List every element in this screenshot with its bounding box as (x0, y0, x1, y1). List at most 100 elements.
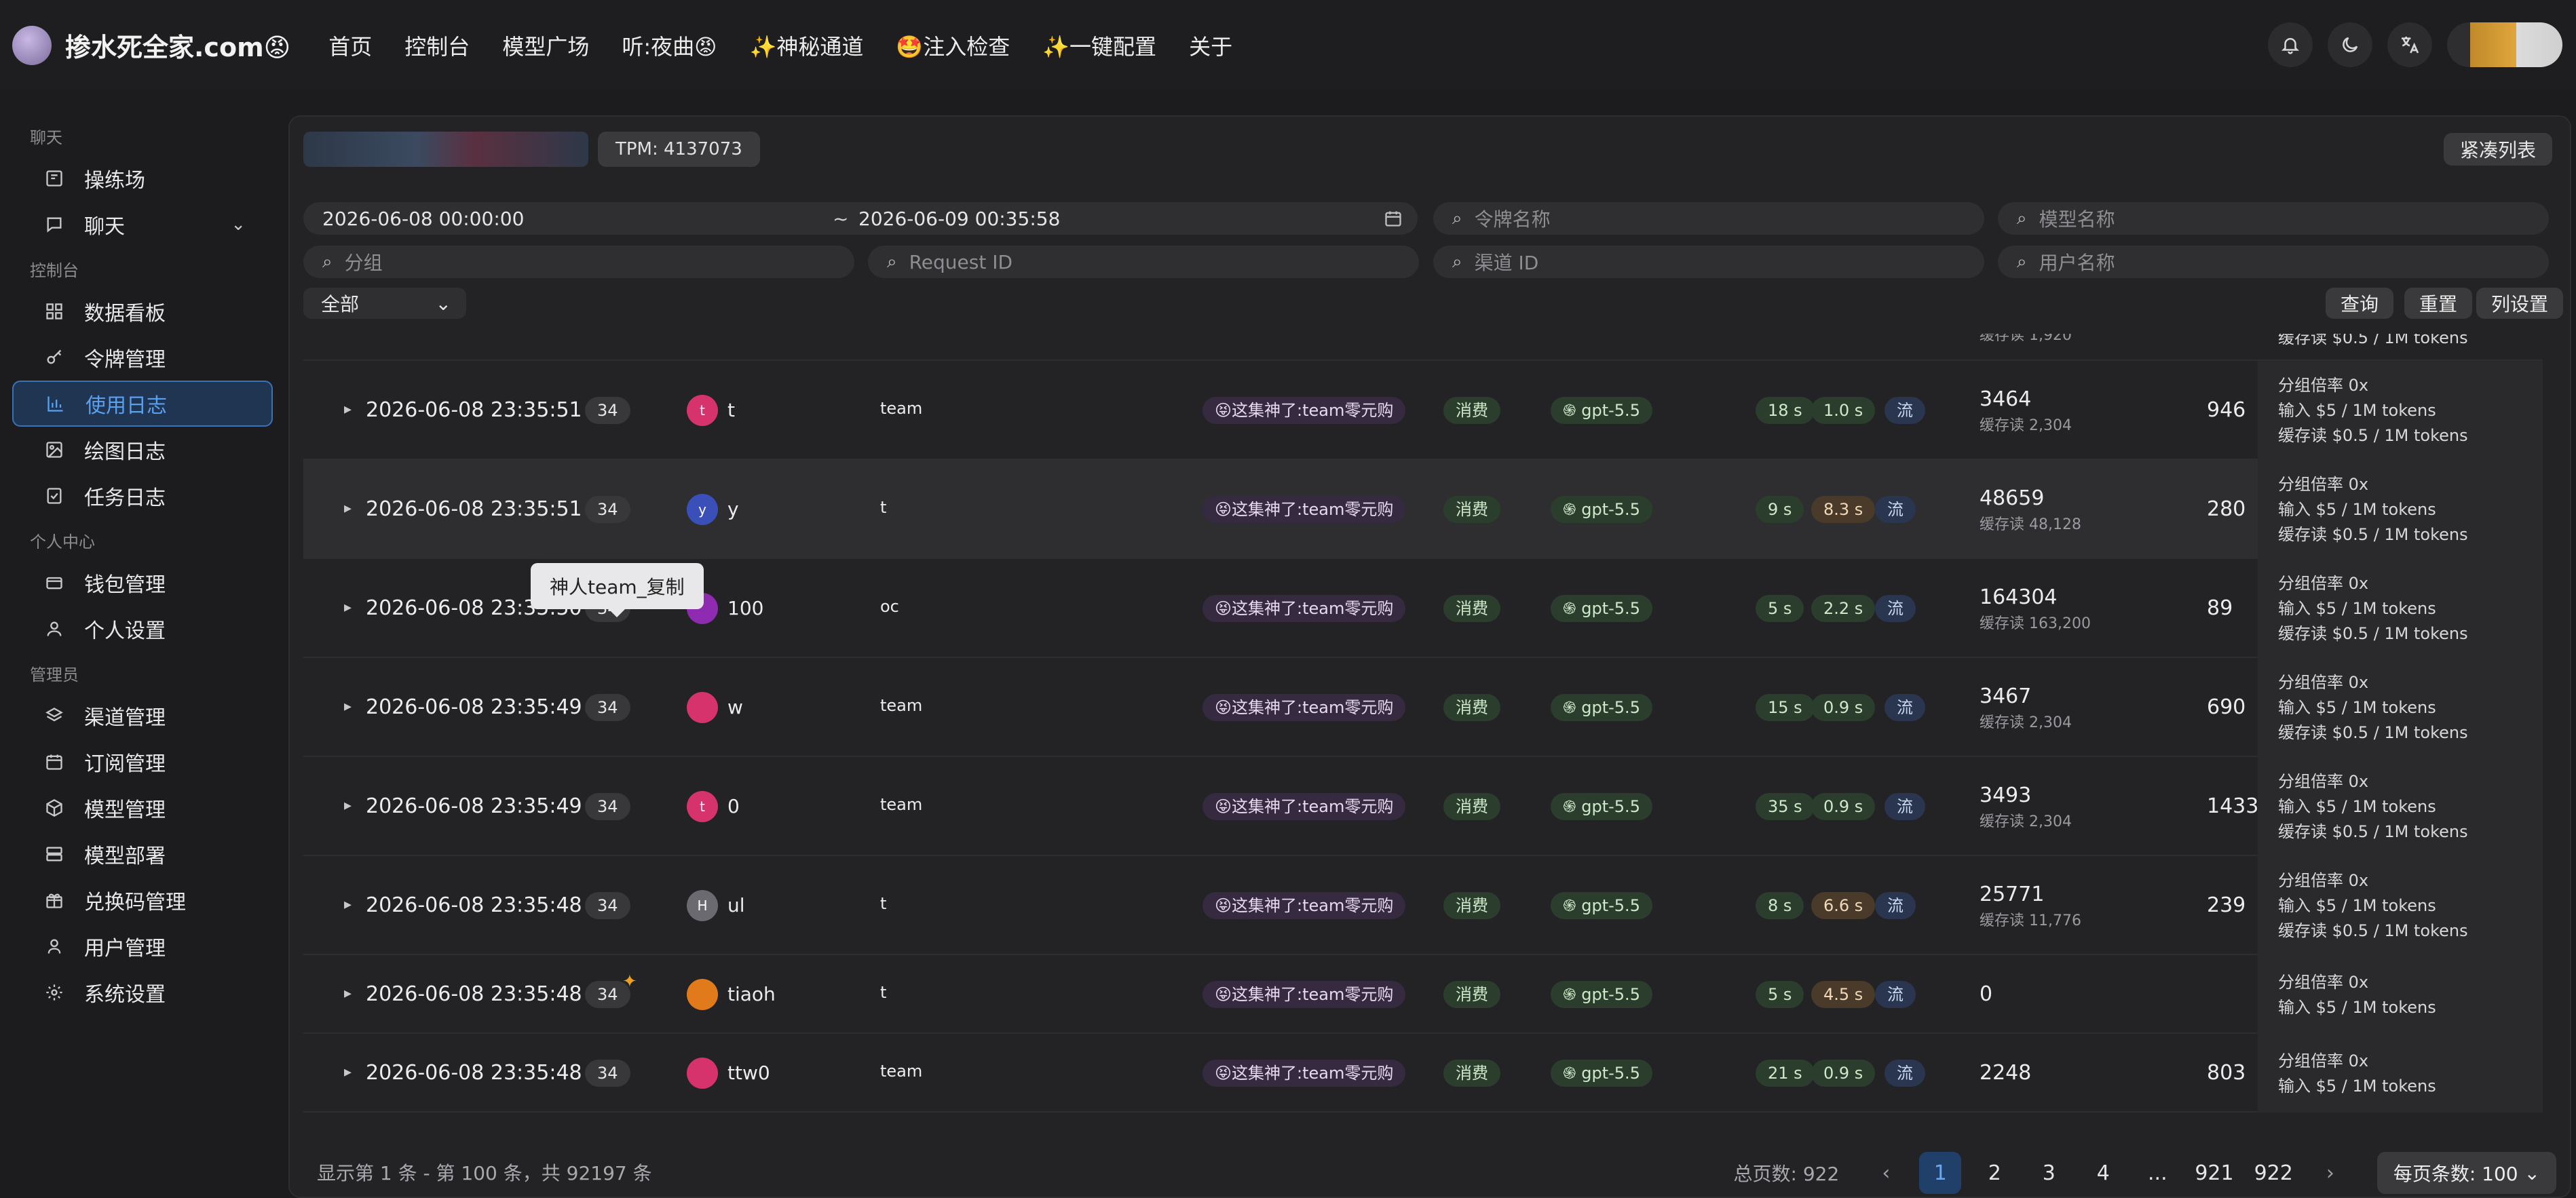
table-row[interactable]: ▸ 2026-06-08 23:35:51 34 y y t 😝这集神了:team零元购 消费… (303, 460, 2543, 559)
page-button[interactable]: 922 (2250, 1152, 2297, 1194)
model-badge[interactable]: ֍ gpt-5.5 (1551, 496, 1652, 523)
model-badge[interactable]: ֍ gpt-5.5 (1551, 892, 1652, 919)
page-button[interactable]: 921 (2191, 1152, 2237, 1194)
table-row[interactable]: ▸ 2026-06-08 23:35:49 34 w team 😝这集神了:team零元购… (303, 658, 2543, 757)
table-row[interactable]: ▸ 2026-06-08 23:35:48 34 ✦ tiaoh t 😝这集神了:team零… (303, 955, 2543, 1034)
log-type-select[interactable]: 全部 ⌄ (303, 288, 466, 319)
sidebar-item-label: 钱包管理 (84, 573, 166, 597)
reset-button[interactable]: 重置 (2404, 288, 2473, 319)
brand[interactable]: 掺水死全家.com😡 (12, 25, 328, 65)
page-button[interactable]: 1 (1919, 1152, 1962, 1194)
language-button[interactable] (2387, 22, 2432, 67)
sidebar-item-dashboard[interactable]: 数据看板 (12, 288, 273, 334)
notification-button[interactable] (2268, 22, 2313, 67)
table-row[interactable]: ▸ 2026-06-08 23:35:48 34 ttw0 team 😝这集神了:team… (303, 1034, 2543, 1113)
sidebar-item-chat[interactable]: 聊天 ⌄ (12, 201, 273, 248)
theme-toggle-button[interactable] (2328, 22, 2372, 67)
channel-badge[interactable]: 34 (585, 694, 630, 721)
sidebar-item-wallet[interactable]: 钱包管理 (12, 560, 273, 606)
nav-console[interactable]: 控制台 (404, 30, 470, 61)
sidebar-item-tokens[interactable]: 令牌管理 (12, 334, 273, 381)
channel-badge[interactable]: 34 (585, 1060, 630, 1087)
group-input[interactable]: ⌕ 分组 (303, 246, 854, 278)
sidebar-item-subscriptions[interactable]: 订阅管理 (12, 739, 273, 785)
channel-badge[interactable]: 34 (585, 793, 630, 820)
model-badge[interactable]: ֍ gpt-5.5 (1551, 1060, 1652, 1087)
table-row[interactable]: ▸ 2026-06-08 23:35:51 34 t t team 😝这集神了:team零元… (303, 361, 2543, 460)
token-name-input[interactable]: ⌕ 令牌名称 (1433, 202, 1984, 235)
nav-injection-check[interactable]: 🤩注入检查 (896, 30, 1010, 61)
model-name-input[interactable]: ⌕ 模型名称 (1998, 202, 2549, 235)
channel-badge[interactable]: 34 (585, 892, 630, 919)
table-row[interactable]: ▸ 2026-06-08 23:35:49 34 t 0 team 😝这集神了:team零元… (303, 757, 2543, 856)
channel-badge[interactable]: 34 (585, 397, 630, 424)
user-avatar (687, 979, 718, 1010)
sidebar-item-playground[interactable]: 操练场 (12, 155, 273, 201)
user-name[interactable]: ttw0 (727, 1062, 770, 1084)
sidebar-item-settings-personal[interactable]: 个人设置 (12, 606, 273, 652)
user-name[interactable]: ul (727, 894, 745, 916)
expand-row-icon[interactable]: ▸ (344, 797, 352, 814)
sidebar-item-drawing-logs[interactable]: 绘图日志 (12, 427, 273, 473)
model-badge[interactable]: ֍ gpt-5.5 (1551, 793, 1652, 820)
nav-secret-channel[interactable]: ✨神秘通道 (749, 30, 863, 61)
prev-page-button[interactable]: ‹ (1865, 1152, 1907, 1194)
user-name[interactable]: w (727, 696, 743, 718)
cost-value: 280 (2207, 497, 2246, 521)
cube-icon (45, 798, 64, 817)
expand-row-icon[interactable]: ▸ (344, 985, 352, 1002)
expand-row-icon[interactable]: ▸ (344, 500, 352, 517)
group-badge: 😝这集神了:team零元购 (1202, 496, 1406, 523)
user-name[interactable]: 100 (727, 597, 763, 619)
compact-list-button[interactable]: 紧凑列表 (2443, 133, 2552, 166)
user-name-input[interactable]: ⌕ 用户名称 (1998, 246, 2549, 278)
nav-home[interactable]: 首页 (328, 30, 372, 61)
sidebar-item-models[interactable]: 模型管理 (12, 785, 273, 831)
next-page-button[interactable]: › (2309, 1152, 2351, 1194)
request-id-input[interactable]: ⌕ Request ID (868, 246, 1419, 278)
input-price: 输入 $5 / 1M tokens (2278, 599, 2436, 618)
page-size-select[interactable]: 每页条数: 100 ⌄ (2376, 1152, 2556, 1194)
model-name: gpt-5.5 (1581, 500, 1640, 519)
table-row[interactable]: ▸ 2026-06-08 23:35:48 34 Hul t 😝这集神了:team零元购 消… (303, 856, 2543, 955)
sidebar-item-channels[interactable]: 渠道管理 (12, 693, 273, 739)
nav-about[interactable]: 关于 (1189, 30, 1232, 61)
sidebar-item-task-logs[interactable]: 任务日志 (12, 473, 273, 519)
openai-icon: ֍ (1563, 985, 1582, 1004)
date-range-picker[interactable]: 2026-06-08 00:00:00 ~ 2026-06-09 00:35:5… (303, 202, 1418, 235)
column-settings-button[interactable]: 列设置 (2476, 288, 2564, 319)
sidebar-item-usage-logs[interactable]: 使用日志 (12, 381, 273, 427)
page-button[interactable]: 3 (2028, 1152, 2070, 1194)
nav-music[interactable]: 听:夜曲😡 (622, 30, 717, 61)
page-button[interactable]: 4 (2082, 1152, 2124, 1194)
model-badge[interactable]: ֍ gpt-5.5 (1551, 694, 1652, 721)
page-button[interactable]: 2 (1973, 1152, 2015, 1194)
expand-row-icon[interactable]: ▸ (344, 401, 352, 418)
user-name[interactable]: tiaoh (727, 983, 776, 1005)
sidebar-item-users[interactable]: 用户管理 (12, 923, 273, 969)
nav-model-square[interactable]: 模型广场 (502, 30, 589, 61)
expand-row-icon[interactable]: ▸ (344, 1064, 352, 1081)
sidebar-item-label: 兑换码管理 (84, 891, 186, 914)
sidebar-item-system-settings[interactable]: 系统设置 (12, 969, 273, 1016)
sidebar-item-deployments[interactable]: 模型部署 (12, 831, 273, 877)
user-name[interactable]: 0 (727, 795, 740, 817)
user-name[interactable]: y (727, 498, 739, 520)
user-avatar: y (687, 494, 718, 525)
expand-row-icon[interactable]: ▸ (344, 698, 352, 715)
channel-badge[interactable]: 34 (585, 496, 630, 523)
user-avatar-menu[interactable] (2447, 22, 2562, 67)
user-name[interactable]: t (727, 399, 735, 421)
model-badge[interactable]: ֍ gpt-5.5 (1551, 981, 1652, 1008)
expand-row-icon[interactable]: ▸ (344, 896, 352, 913)
model-name: gpt-5.5 (1581, 985, 1640, 1004)
query-button[interactable]: 查询 (2326, 288, 2394, 319)
model-badge[interactable]: ֍ gpt-5.5 (1551, 595, 1652, 622)
expand-row-icon[interactable]: ▸ (344, 599, 352, 616)
user-avatar (687, 692, 718, 723)
sidebar-item-redeem-codes[interactable]: 兑换码管理 (12, 877, 273, 923)
nav-one-click-config[interactable]: ✨一键配置 (1042, 30, 1156, 61)
channel-id-input[interactable]: ⌕ 渠道 ID (1433, 246, 1984, 278)
cost-value: 803 (2207, 1061, 2246, 1085)
model-badge[interactable]: ֍ gpt-5.5 (1551, 397, 1652, 424)
